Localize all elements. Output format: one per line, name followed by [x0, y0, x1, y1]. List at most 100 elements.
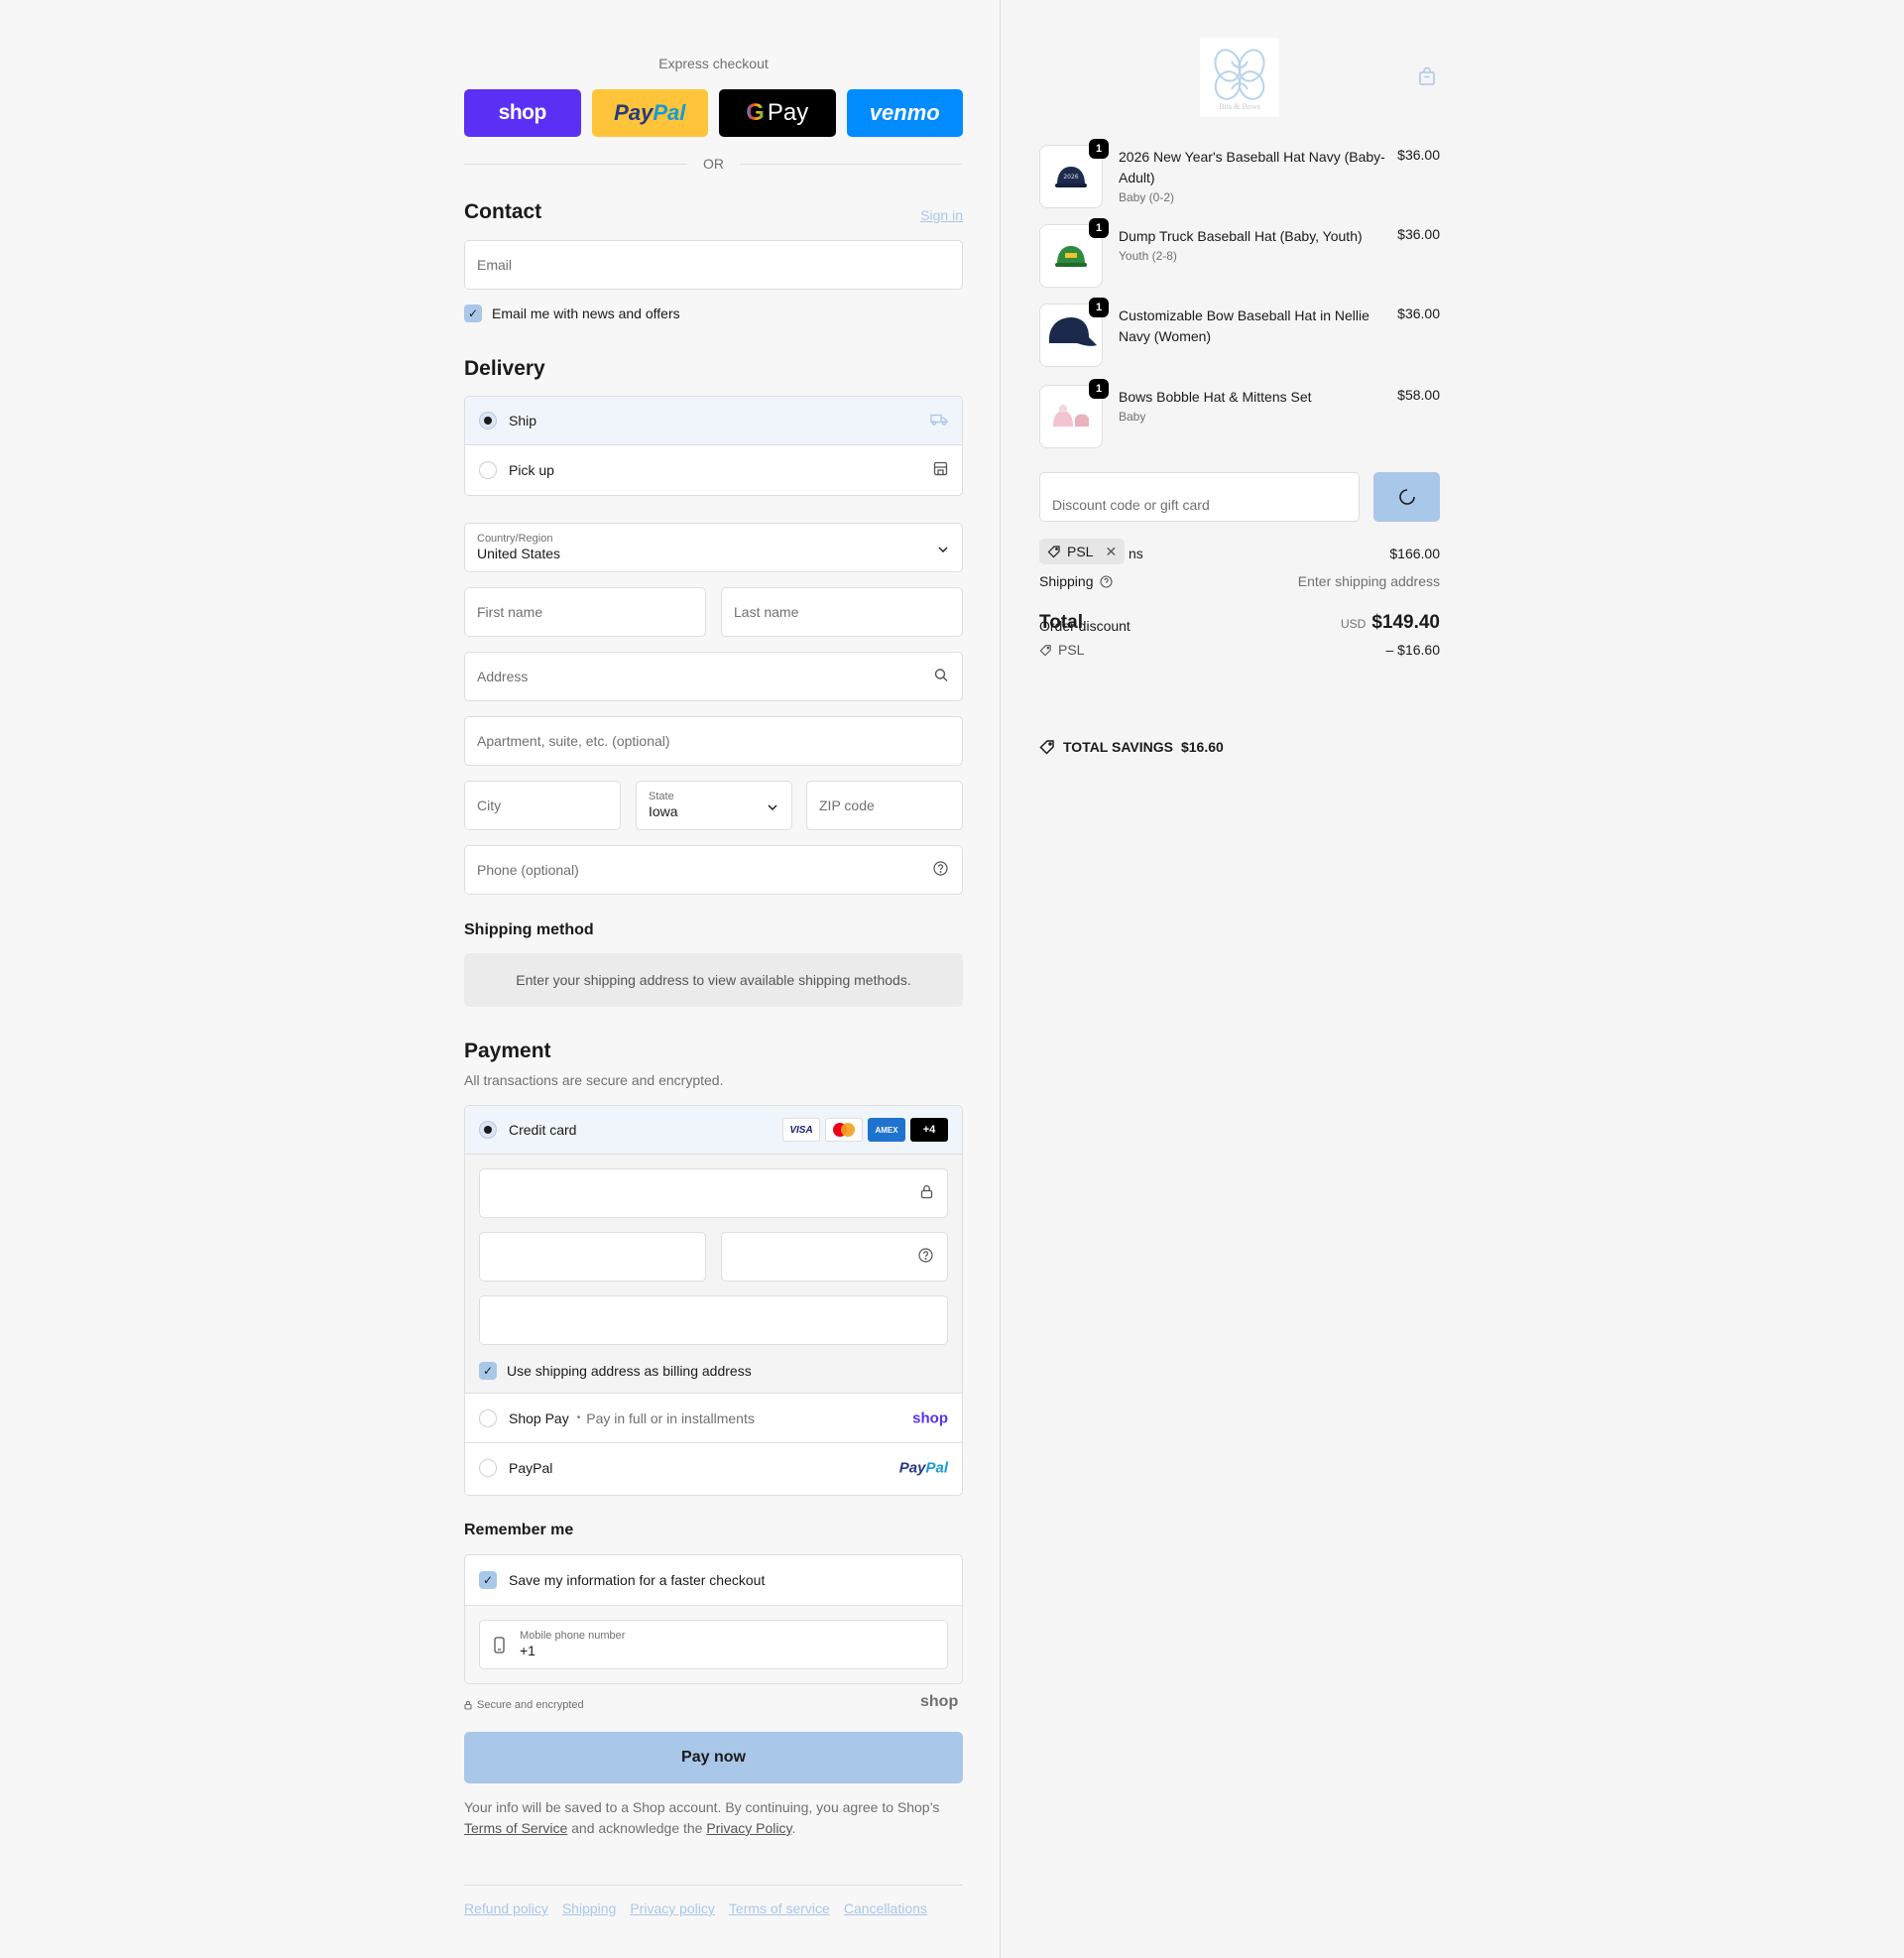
hat-image	[1049, 317, 1097, 346]
divider-line	[740, 163, 963, 165]
news-checkbox-row[interactable]: ✓ Email me with news and offers	[464, 305, 680, 322]
subtotal-row: ns $166.00	[1039, 546, 1440, 561]
footer-link-terms[interactable]: Terms of service	[729, 1900, 830, 1916]
name-on-card-field[interactable]	[479, 1295, 948, 1345]
payment-option-paypal[interactable]: PayPal PayPal	[465, 1442, 962, 1492]
discount-code: PSL	[1058, 642, 1085, 658]
phone-icon	[494, 1637, 505, 1656]
address-field[interactable]: Address	[464, 652, 963, 701]
help-icon[interactable]	[933, 861, 948, 879]
divider-line	[464, 163, 687, 165]
help-icon[interactable]	[1099, 574, 1113, 588]
save-info-row[interactable]: ✓ Save my information for a faster check…	[465, 1555, 962, 1605]
zip-placeholder: ZIP code	[819, 797, 875, 813]
radio-selected[interactable]	[479, 412, 497, 429]
expiration-field[interactable]	[479, 1232, 706, 1282]
help-icon[interactable]	[918, 1248, 933, 1266]
shop-logo: shop	[920, 1693, 959, 1710]
radio-unselected[interactable]	[479, 1408, 497, 1427]
footer-link-privacy[interactable]: Privacy policy	[630, 1900, 715, 1916]
payment-option-credit-card[interactable]: Credit card VISA AMEX +4	[465, 1106, 962, 1155]
radio-unselected[interactable]	[479, 460, 497, 479]
delivery-option-pickup[interactable]: Pick up	[465, 444, 962, 494]
footer-link-refund[interactable]: Refund policy	[464, 1900, 548, 1916]
paypal-label: PayPal	[509, 1459, 553, 1476]
shipping-row: Shipping Enter shipping address	[1039, 573, 1440, 589]
search-icon	[934, 669, 948, 685]
zip-field[interactable]: ZIP code	[806, 781, 963, 830]
email-field[interactable]: Email	[464, 240, 963, 290]
radio-unselected[interactable]	[479, 1458, 497, 1477]
credit-card-label: Credit card	[509, 1122, 577, 1138]
product-title: Dump Truck Baseball Hat (Baby, Youth)	[1119, 228, 1363, 244]
delivery-option-ship[interactable]: Ship	[465, 397, 962, 445]
terms-of-service-link[interactable]: Terms of Service	[464, 1820, 567, 1836]
state-label: State	[649, 791, 674, 802]
first-name-placeholder: First name	[477, 604, 543, 620]
cart-item: 1 Customizable Bow Baseball Hat in Nelli…	[1039, 298, 1440, 367]
email-placeholder: Email	[477, 257, 513, 273]
order-summary	[1001, 0, 1904, 1958]
shipping-method-heading: Shipping method	[464, 921, 594, 938]
product-variant: Baby (0-2)	[1119, 190, 1175, 204]
discount-code-input[interactable]: Discount code or gift card	[1039, 472, 1360, 522]
product-name: Customizable Bow Baseball Hat in Nellie …	[1119, 306, 1386, 347]
shop-pay-note: Pay in full or in installments	[586, 1409, 755, 1426]
checkmark-icon[interactable]: ✓	[479, 1362, 497, 1380]
card-number-field[interactable]	[479, 1168, 948, 1218]
google-pay-button[interactable]: G Pay	[719, 89, 836, 137]
quantity-badge: 1	[1089, 379, 1109, 399]
city-field[interactable]: City	[464, 781, 621, 830]
footer-link-cancellations[interactable]: Cancellations	[844, 1900, 927, 1916]
state-select[interactable]: State Iowa	[636, 781, 792, 830]
store-icon	[933, 461, 948, 479]
product-title: Customizable Bow Baseball Hat in Nellie …	[1119, 307, 1369, 344]
credit-card-form: ✓ Use shipping address as billing addres…	[465, 1154, 962, 1393]
secure-text: Secure and encrypted	[477, 1699, 584, 1711]
last-name-field[interactable]: Last name	[721, 587, 963, 637]
privacy-policy-link[interactable]: Privacy Policy	[706, 1820, 791, 1836]
ship-label: Ship	[509, 413, 537, 428]
logo-monogram-icon: Bits & Bows	[1214, 49, 1265, 111]
sign-in-link[interactable]: Sign in	[892, 207, 963, 223]
paypal-logo-pal: Pal	[653, 100, 686, 125]
venmo-button[interactable]: venmo	[846, 89, 963, 137]
chevron-down-icon	[768, 797, 777, 813]
radio-selected[interactable]	[479, 1121, 497, 1139]
legal-text-3: .	[791, 1820, 796, 1836]
chevron-down-icon	[938, 540, 948, 555]
shop-pay-button[interactable]: shop	[464, 89, 581, 137]
paypal-logo-pay: Pay	[614, 100, 654, 125]
footer-links: Refund policy Shipping Privacy policy Te…	[464, 1900, 927, 1916]
last-name-placeholder: Last name	[734, 604, 799, 620]
store-logo[interactable]: Bits & Bows	[1200, 38, 1279, 117]
product-name: Bows Bobble Hat & Mittens Set Baby	[1119, 387, 1386, 426]
checkmark-icon[interactable]: ✓	[479, 1571, 497, 1589]
mobile-phone-field[interactable]: Mobile phone number +1	[479, 1620, 948, 1669]
country-select[interactable]: Country/Region United States	[464, 523, 963, 572]
shipping-value: Enter shipping address	[1297, 573, 1440, 589]
shopping-bag-icon[interactable]	[1418, 66, 1436, 91]
payment-option-shop-pay[interactable]: Shop Pay • Pay in full or in installment…	[465, 1393, 962, 1442]
discount-row: PSL – $16.60	[1039, 642, 1440, 658]
pay-now-button[interactable]: Pay now	[464, 1732, 963, 1783]
security-code-field[interactable]	[721, 1232, 948, 1282]
mobile-label: Mobile phone number	[520, 1630, 626, 1642]
phone-field[interactable]: Phone (optional)	[464, 845, 963, 895]
apartment-field[interactable]: Apartment, suite, etc. (optional)	[464, 716, 963, 766]
card-logos: VISA AMEX +4	[782, 1118, 948, 1142]
separator-dot: •	[576, 1412, 581, 1423]
product-price: $36.00	[1397, 306, 1440, 321]
contact-heading: Contact	[464, 200, 542, 223]
apply-discount-button[interactable]	[1373, 472, 1440, 522]
paypal-button[interactable]: Pay Pal	[591, 89, 708, 137]
billing-checkbox-row[interactable]: ✓ Use shipping address as billing addres…	[479, 1362, 752, 1380]
checkout-main: Express checkout shop Pay Pal G Pay venmo …	[0, 0, 1000, 1958]
logo-text: Bits & Bows	[1219, 102, 1259, 111]
paypal-logo: PayPal	[899, 1459, 948, 1476]
visa-icon: VISA	[782, 1118, 820, 1142]
first-name-field[interactable]: First name	[464, 587, 706, 637]
checkmark-icon[interactable]: ✓	[464, 305, 482, 322]
paypal-logo-pay: Pay	[898, 1459, 926, 1476]
footer-link-shipping[interactable]: Shipping	[562, 1900, 617, 1916]
